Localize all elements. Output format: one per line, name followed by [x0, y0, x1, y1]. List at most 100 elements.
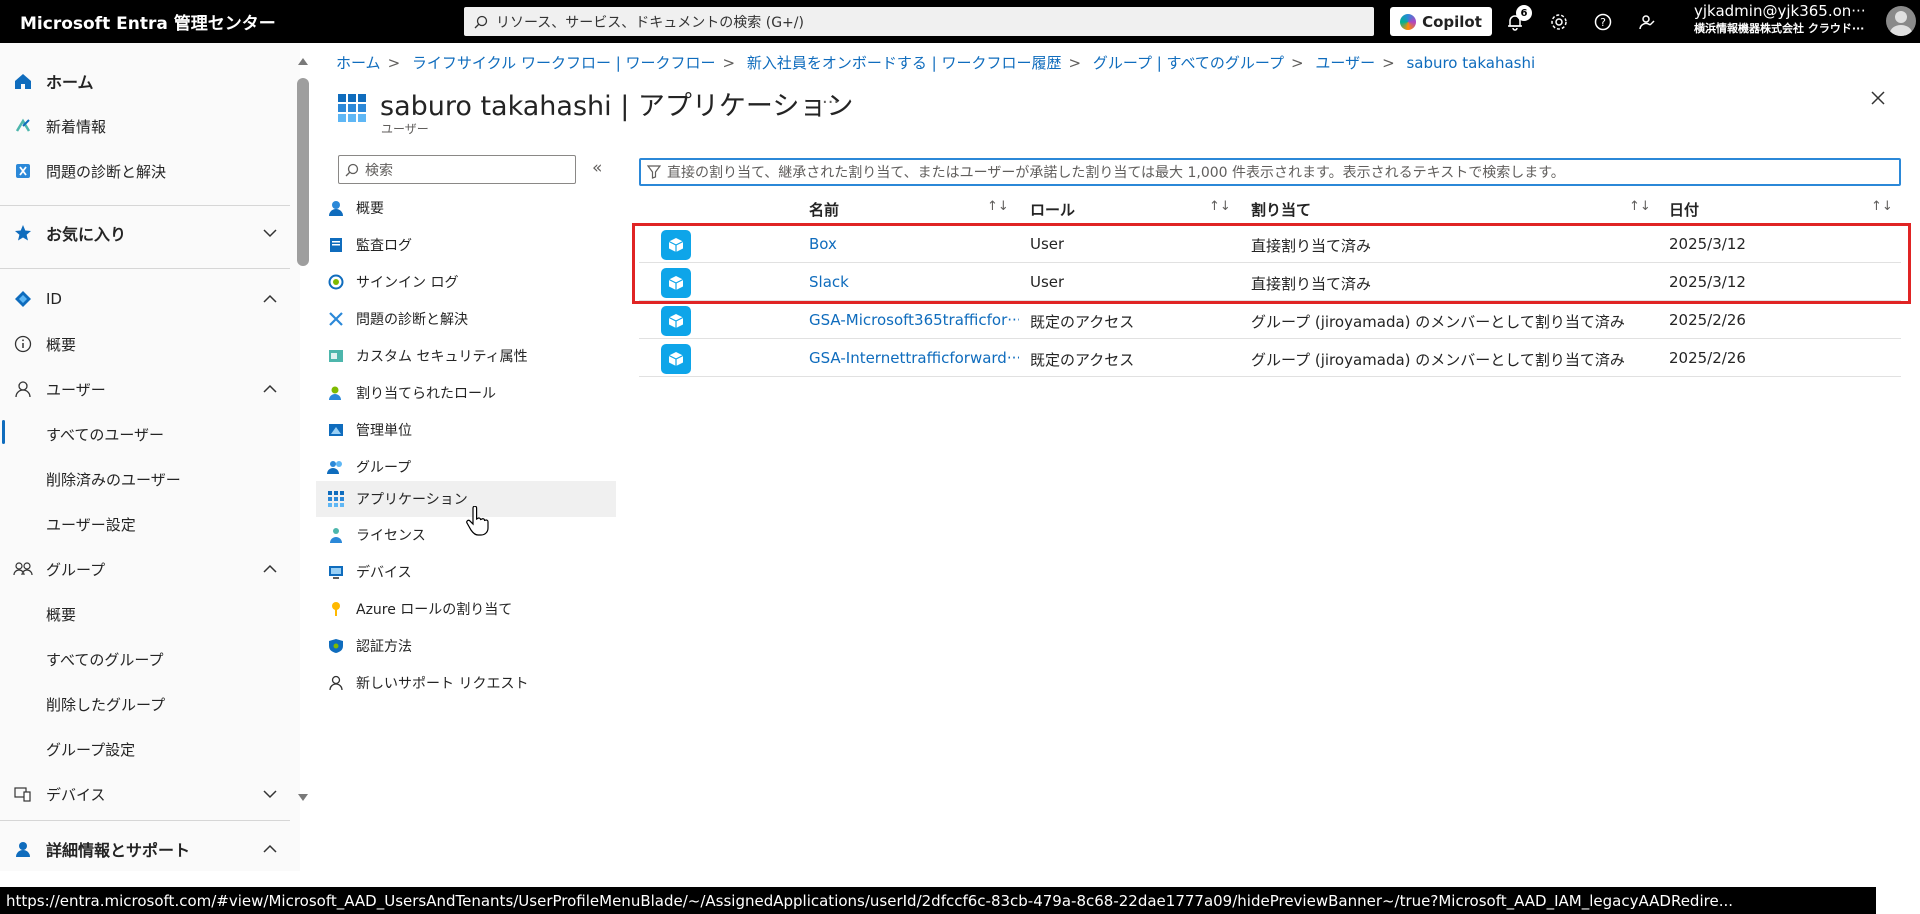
- avatar[interactable]: [1886, 6, 1916, 36]
- column-header-assignment[interactable]: 割り当て: [1251, 199, 1311, 220]
- left-nav: ホーム 新着情報 問題の診断と解決 お気に入り ID 概要 ユーザー すべてのユ…: [0, 43, 300, 871]
- svg-text:?: ?: [1600, 16, 1606, 29]
- column-header-role[interactable]: ロール: [1030, 199, 1075, 220]
- chevron-up-icon: [263, 844, 277, 853]
- nav-item-group-settings[interactable]: グループ設定: [0, 729, 290, 769]
- breadcrumb-users[interactable]: ユーザー: [1315, 54, 1375, 72]
- nav-item-label: ユーザー設定: [46, 515, 136, 534]
- nav-item-all-groups[interactable]: すべてのグループ: [0, 639, 290, 679]
- nav-item-deleted-groups[interactable]: 削除したグループ: [0, 684, 290, 724]
- nav-item-whats-new[interactable]: 新着情報: [0, 106, 290, 146]
- security-attr-icon: [329, 350, 343, 362]
- portal-brand[interactable]: Microsoft Entra 管理センター: [20, 9, 460, 34]
- account-info[interactable]: yjkadmin@yjk365.on··· 横浜情報機器株式会社 クラウド···: [1694, 3, 1880, 37]
- nav-item-groups[interactable]: グループ: [0, 549, 290, 589]
- copilot-icon: [1400, 13, 1417, 30]
- breadcrumb: ホーム > ライフサイクル ワークフロー | ワークフロー > 新入社員をオンボード…: [336, 52, 1535, 73]
- menu-item-custom-security-attributes[interactable]: カスタム セキュリティ属性: [316, 338, 616, 374]
- filter-placeholder: 直接の割り当て、継承された割り当て、またはユーザーが承諾した割り当ては最大 1,…: [667, 165, 1565, 181]
- settings-button[interactable]: [1546, 9, 1572, 35]
- nav-item-devices[interactable]: デバイス: [0, 774, 290, 814]
- resource-menu-search-input[interactable]: 検索: [338, 155, 576, 184]
- breadcrumb-user[interactable]: saburo takahashi: [1406, 54, 1535, 72]
- support-request-icon: [329, 675, 343, 691]
- menu-item-audit-logs[interactable]: 監査ログ: [316, 227, 616, 263]
- global-search-input[interactable]: リソース、サービス、ドキュメントの検索 (G+/): [464, 7, 1374, 36]
- chevron-down-icon: [263, 790, 277, 799]
- menu-item-admin-units[interactable]: 管理単位: [316, 412, 616, 448]
- menu-item-signin-logs[interactable]: サインイン ログ: [316, 264, 616, 300]
- breadcrumb-workflow-history[interactable]: 新入社員をオンボードする | ワークフロー履歴: [747, 54, 1062, 72]
- help-button[interactable]: ?: [1590, 9, 1616, 35]
- menu-item-assigned-roles[interactable]: 割り当てられたロール: [316, 375, 616, 411]
- nav-item-label: お気に入り: [46, 225, 127, 244]
- nav-item-label: 概要: [46, 335, 77, 354]
- nav-item-users[interactable]: ユーザー: [0, 369, 290, 409]
- overview-icon: [329, 201, 343, 216]
- table-row[interactable]: GSA-Microsoft365trafficfor··· 既定のアクセス グル…: [639, 302, 1901, 339]
- nav-item-label: 問題の診断と解決: [46, 162, 167, 181]
- column-header-date[interactable]: 日付: [1669, 199, 1699, 220]
- menu-item-overview[interactable]: 概要: [316, 190, 616, 226]
- menu-item-azure-role-assignments[interactable]: Azure ロールの割り当て: [316, 591, 616, 627]
- breadcrumb-home[interactable]: ホーム: [336, 54, 381, 72]
- menu-item-devices[interactable]: デバイス: [316, 554, 616, 590]
- left-nav-scrollbar[interactable]: [297, 78, 309, 266]
- sort-assignment-icon[interactable]: ↑↓: [1629, 199, 1651, 214]
- azure-role-icon: [332, 602, 340, 616]
- breadcrumb-separator: >: [1068, 54, 1082, 72]
- sort-role-icon[interactable]: ↑↓: [1209, 199, 1231, 214]
- license-icon: [330, 528, 342, 543]
- filter-search-input[interactable]: 直接の割り当て、継承された割り当て、またはユーザーが承諾した割り当ては最大 1,…: [639, 158, 1901, 186]
- breadcrumb-all-groups[interactable]: グループ | すべてのグループ: [1093, 54, 1284, 72]
- app-name-link[interactable]: GSA-Microsoft365trafficfor···: [809, 311, 1019, 329]
- nav-item-group-overview[interactable]: 概要: [0, 594, 290, 634]
- menu-item-groups[interactable]: グループ: [316, 449, 616, 485]
- gear-icon: [1551, 14, 1567, 30]
- menu-item-licenses[interactable]: ライセンス: [316, 517, 616, 553]
- auth-method-icon: [329, 639, 343, 653]
- sort-date-icon[interactable]: ↑↓: [1871, 199, 1893, 214]
- menu-item-diagnose[interactable]: 問題の診断と解決: [316, 301, 616, 337]
- scroll-up-icon[interactable]: [297, 56, 309, 66]
- app-name-link[interactable]: GSA-Internettrafficforward···: [809, 349, 1019, 367]
- menu-item-authentication-methods[interactable]: 認証方法: [316, 628, 616, 664]
- nav-divider: [0, 820, 290, 821]
- nav-item-deleted-users[interactable]: 削除済みのユーザー: [0, 459, 290, 499]
- nav-item-identity[interactable]: ID: [0, 279, 290, 319]
- feedback-button[interactable]: [1634, 9, 1660, 35]
- nav-item-all-users[interactable]: すべてのユーザー: [0, 414, 290, 454]
- nav-item-user-settings[interactable]: ユーザー設定: [0, 504, 290, 544]
- nav-item-label: 新着情報: [46, 117, 107, 136]
- scroll-down-icon[interactable]: [297, 793, 309, 803]
- nav-item-home[interactable]: ホーム: [0, 61, 290, 101]
- copilot-button[interactable]: Copilot: [1390, 7, 1492, 36]
- nav-item-diagnose[interactable]: 問題の診断と解決: [0, 151, 290, 191]
- group-icon: [327, 461, 342, 474]
- support-icon: [16, 842, 30, 857]
- chevron-down-icon: [263, 229, 277, 238]
- table-row[interactable]: GSA-Internettrafficforward··· 既定のアクセス グル…: [639, 340, 1901, 377]
- collapse-menu-button[interactable]: «: [592, 158, 602, 178]
- filter-icon: [647, 165, 661, 179]
- menu-item-label: 認証方法: [356, 639, 412, 655]
- menu-item-label: Azure ロールの割り当て: [356, 602, 513, 618]
- nav-item-support[interactable]: 詳細情報とサポート: [0, 829, 290, 869]
- nav-divider: [0, 268, 290, 269]
- chevron-up-icon: [263, 564, 277, 573]
- nav-item-favorites[interactable]: お気に入り: [0, 213, 290, 253]
- column-header-name[interactable]: 名前: [809, 199, 839, 220]
- feedback-icon: [1639, 15, 1655, 30]
- breadcrumb-lifecycle-workflows[interactable]: ライフサイクル ワークフロー | ワークフロー: [412, 54, 716, 72]
- menu-item-new-support-request[interactable]: 新しいサポート リクエスト: [316, 665, 616, 701]
- breadcrumb-separator: >: [1382, 54, 1395, 72]
- apps-icon: [328, 491, 344, 507]
- top-bar: Microsoft Entra 管理センター リソース、サービス、ドキュメントの…: [0, 0, 1920, 43]
- nav-item-label: すべてのユーザー: [46, 425, 165, 444]
- sort-name-icon[interactable]: ↑↓: [987, 199, 1009, 214]
- close-icon[interactable]: [1870, 90, 1886, 106]
- whats-new-icon: [15, 118, 31, 132]
- more-options-button[interactable]: ···: [822, 92, 839, 113]
- notifications-button[interactable]: 6: [1502, 5, 1532, 35]
- nav-item-overview[interactable]: 概要: [0, 324, 290, 364]
